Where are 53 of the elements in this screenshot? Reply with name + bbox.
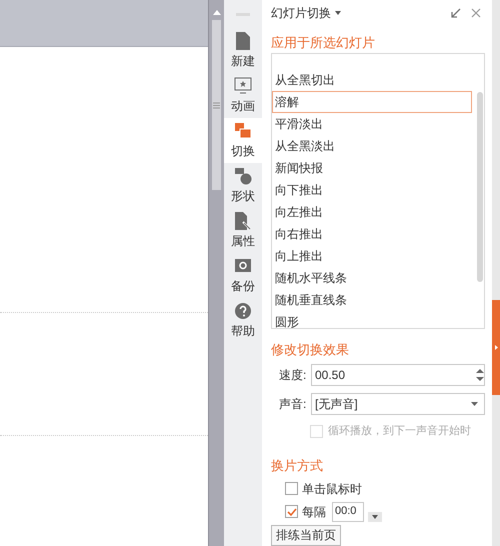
scroll-up-icon[interactable] — [212, 10, 220, 15]
sound-dropdown[interactable]: [无声音] — [311, 393, 485, 416]
section-heading: 应用于所选幻灯片 — [271, 34, 376, 52]
document-icon — [236, 32, 250, 50]
interval-dropdown-button[interactable] — [368, 512, 382, 522]
caret-icon — [471, 402, 478, 406]
expand-arrow-icon[interactable] — [494, 345, 498, 350]
speed-spinner[interactable]: 00.50 — [311, 364, 485, 386]
nav-tab[interactable]: 帮助 — [224, 298, 262, 343]
checkbox-label: 单击鼠标时 — [302, 480, 362, 498]
document-pen-icon — [235, 212, 251, 230]
panel-title: 幻灯片切换 — [271, 4, 331, 22]
spin-arrows-icon[interactable] — [476, 368, 484, 382]
effect-item[interactable]: 向下推出 — [272, 179, 472, 202]
help-icon — [234, 302, 252, 320]
close-icon[interactable] — [471, 8, 481, 18]
shapes-icon — [234, 166, 252, 184]
effect-item[interactable]: 随机垂直线条 — [272, 289, 472, 312]
effect-item[interactable]: 从全黑淡出 — [272, 135, 472, 158]
checkbox[interactable] — [285, 482, 298, 496]
nav-tab[interactable]: 属性 — [224, 208, 262, 253]
interval-field[interactable]: 00:0 — [332, 502, 364, 522]
rehearse-button[interactable]: 排练当前页 — [271, 524, 341, 546]
nav-tab[interactable]: 形状 — [224, 163, 262, 208]
grip-icon[interactable] — [213, 102, 220, 108]
effect-item[interactable]: 随机水平线条 — [272, 267, 472, 290]
backup-icon — [234, 256, 252, 274]
effect-item[interactable]: 溶解 — [272, 91, 472, 114]
list-scrollbar-thumb[interactable] — [477, 92, 483, 282]
checkbox-label: 循环播放，到下一声音开始时 — [328, 424, 471, 440]
section-heading: 换片方式 — [271, 456, 324, 475]
effect-item[interactable]: 新闻快报 — [272, 157, 472, 180]
effect-item[interactable]: 向右推出 — [272, 223, 472, 246]
dock-arrow-icon[interactable] — [451, 8, 461, 18]
effect-item[interactable]: 向左推出 — [272, 201, 472, 224]
effect-item[interactable]: 向上推出 — [272, 245, 472, 268]
scrollbar[interactable] — [208, 0, 224, 546]
nav-tab[interactable]: 动画 — [224, 73, 262, 118]
field-label: 声音: — [279, 396, 308, 414]
field-label: 速度: — [279, 367, 308, 384]
nav-tab[interactable]: 备份 — [224, 253, 262, 298]
dropdown-caret-icon[interactable] — [335, 10, 341, 15]
section-heading: 修改切换效果 — [271, 341, 350, 360]
caret-icon — [372, 514, 378, 519]
effect-item[interactable]: 圆形 — [272, 311, 472, 328]
nav-tab[interactable]: 切换 — [224, 118, 262, 163]
transition-icon — [234, 122, 252, 140]
nav-tab[interactable]: 新建 — [224, 28, 262, 73]
checkbox-label: 每隔 — [302, 504, 326, 521]
checkbox[interactable] — [285, 505, 298, 518]
effect-item[interactable]: 平滑淡出 — [272, 113, 472, 136]
effect-item[interactable]: 从全黑切出 — [272, 69, 472, 92]
slide-star-icon — [234, 76, 252, 94]
